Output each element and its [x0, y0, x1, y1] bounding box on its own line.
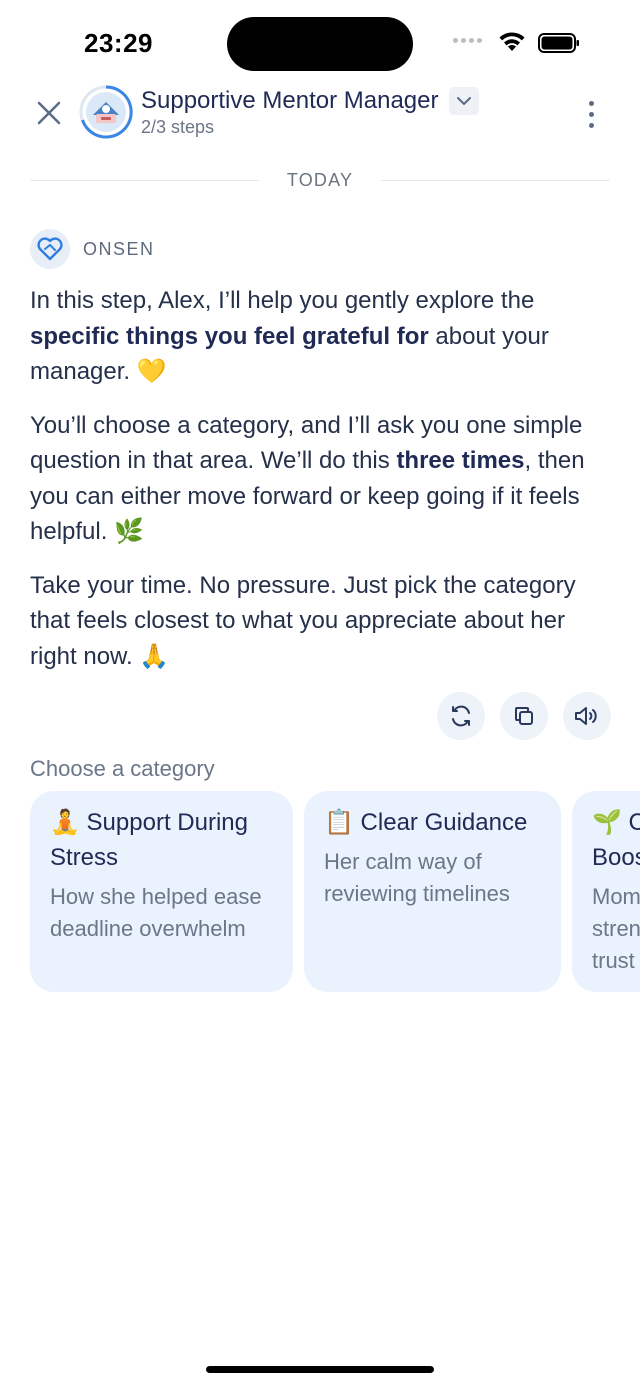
- message-sender: ONSEN: [30, 229, 155, 269]
- status-bar: 23:29: [0, 0, 640, 80]
- sender-name: ONSEN: [83, 238, 155, 259]
- chevron-down-icon: [456, 97, 471, 105]
- category-card-clear-guidance[interactable]: 📋 Clear Guidance Her calm way of reviewi…: [304, 791, 561, 992]
- title-dropdown-button[interactable]: [448, 87, 479, 115]
- category-card-title: 🌱 Confidence Boost: [592, 809, 640, 871]
- copy-button[interactable]: [500, 692, 548, 740]
- category-card-description: Moments that strengthened self-trust: [592, 884, 640, 973]
- onsen-logo-icon: [30, 229, 70, 269]
- more-options-button[interactable]: [578, 94, 604, 134]
- chat-header: Supportive Mentor Manager 2/3 steps: [0, 82, 640, 144]
- message-paragraph: Take your time. No pressure. Just pick t…: [30, 571, 576, 670]
- speaker-icon: [575, 707, 597, 725]
- date-divider: TODAY: [30, 168, 611, 192]
- date-label: TODAY: [286, 169, 354, 190]
- cellular-signal-icon: [453, 38, 482, 43]
- copy-icon: [515, 707, 533, 725]
- page-title: Supportive Mentor Manager: [141, 87, 439, 114]
- category-card-description: How she helped ease deadline overwhelm: [50, 884, 262, 941]
- step-progress: 2/3 steps: [141, 117, 215, 137]
- message-paragraph: You’ll choose a category, and I’ll ask y…: [30, 411, 585, 546]
- dynamic-island: [227, 17, 413, 71]
- category-card-title: 📋 Clear Guidance: [324, 809, 528, 836]
- refresh-icon: [452, 705, 470, 727]
- mentor-avatar: [79, 85, 133, 139]
- assistant-message: In this step, Alex, I’ll help you gently…: [30, 283, 610, 692]
- message-paragraph: In this step, Alex, I’ll help you gently…: [30, 287, 549, 385]
- category-carousel[interactable]: 🧘 Support During Stress How she helped e…: [30, 791, 640, 995]
- category-card-description: Her calm way of reviewing timelines: [324, 849, 510, 906]
- read-aloud-button[interactable]: [563, 692, 611, 740]
- header-title-group: Supportive Mentor Manager 2/3 steps: [141, 87, 479, 138]
- home-indicator[interactable]: [206, 1366, 434, 1373]
- category-card-support-during-stress[interactable]: 🧘 Support During Stress How she helped e…: [30, 791, 293, 992]
- wifi-icon: [499, 32, 525, 51]
- close-icon: [37, 101, 61, 125]
- status-time: 23:29: [84, 28, 153, 58]
- more-vertical-icon: [588, 100, 594, 106]
- battery-icon: [538, 33, 579, 53]
- category-card-title: 🧘 Support During Stress: [50, 809, 248, 871]
- category-card-confidence-boost[interactable]: 🌱 Confidence Boost Moments that strength…: [572, 791, 640, 992]
- category-label: Choose a category: [30, 756, 215, 781]
- message-actions: [437, 692, 611, 740]
- close-button[interactable]: [32, 96, 66, 130]
- regenerate-button[interactable]: [437, 692, 485, 740]
